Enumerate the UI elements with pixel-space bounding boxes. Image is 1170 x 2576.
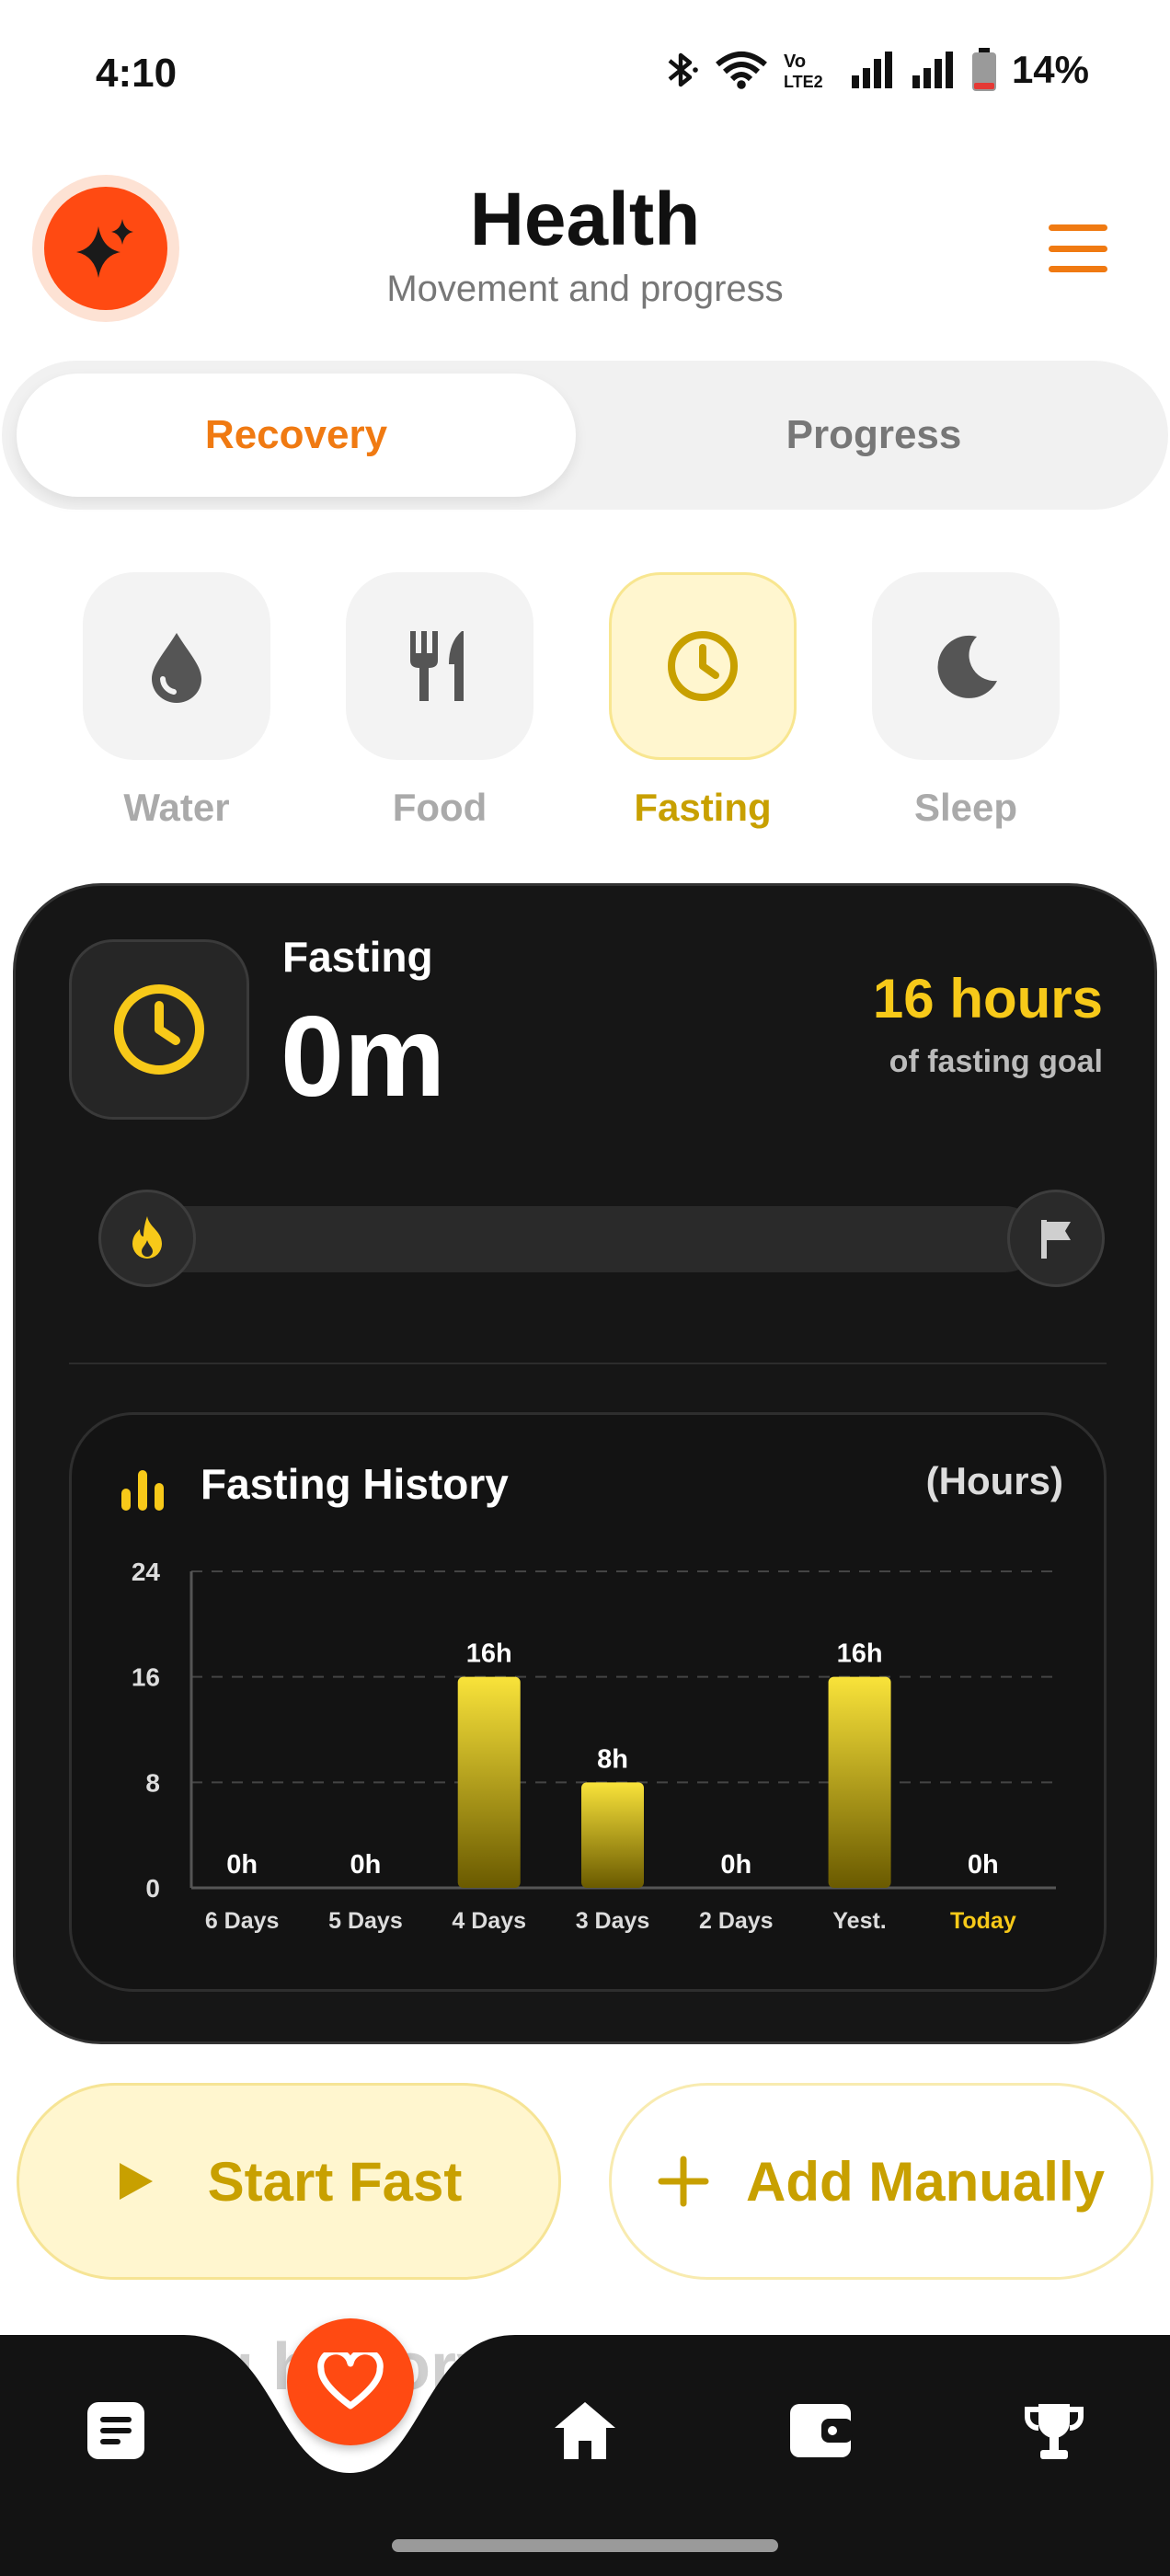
fasting-label: Fasting — [282, 933, 433, 981]
fasting-elapsed: 0m — [281, 994, 446, 1121]
home-icon — [555, 2402, 615, 2459]
moon-icon — [937, 635, 997, 698]
category-label: Food — [392, 786, 488, 829]
fork-knife-icon — [410, 631, 464, 701]
status-bar: 4:10 Vo LTE2 14% — [0, 0, 1170, 152]
tab-progress[interactable]: Progress — [594, 374, 1153, 497]
category-label: Water — [123, 786, 230, 829]
nav-journal[interactable] — [70, 2385, 162, 2477]
tab-recovery[interactable]: Recovery — [17, 374, 576, 497]
svg-text:Vo: Vo — [784, 52, 806, 72]
page-subtitle: Movement and progress — [386, 269, 784, 309]
fasting-history-panel: Fasting History (Hours) 0 8 16 24 0h 6 Days 0h… — [69, 1412, 1107, 1992]
hamburger-menu-icon[interactable] — [1041, 221, 1115, 276]
progress-start-marker — [98, 1190, 196, 1287]
fasting-history-chart: 0 8 16 24 0h 6 Days 0h 5 Days 16h 4 Days 8h 3 Days 0… — [132, 1558, 1056, 1934]
wifi-icon — [716, 52, 767, 89]
flame-icon — [132, 1216, 162, 1259]
page-title: Health — [469, 178, 701, 261]
category-label: Fasting — [634, 786, 772, 829]
chart-ytick-label: 16 — [132, 1663, 160, 1692]
chart-xtick-label: 4 Days — [452, 1908, 526, 1934]
status-time: 4:10 — [96, 51, 178, 96]
category-sleep[interactable]: Sleep — [872, 572, 1060, 830]
category-selector: Water Food Fasting Sleep — [0, 572, 1170, 830]
fasting-clock-tile — [69, 939, 249, 1120]
chart-xtick-label: 2 Days — [699, 1908, 774, 1934]
home-indicator[interactable] — [392, 2539, 778, 2552]
wallet-icon — [790, 2404, 853, 2457]
fasting-goal-caption: of fasting goal — [889, 1044, 1103, 1079]
nav-wallet[interactable] — [774, 2385, 866, 2477]
trophy-icon — [1025, 2404, 1084, 2459]
svg-text:LTE2: LTE2 — [784, 73, 823, 91]
signal-icon — [912, 52, 953, 88]
chart-value-label: 8h — [597, 1744, 628, 1774]
chart-ytick-label: 8 — [145, 1768, 160, 1797]
clock-icon — [114, 984, 204, 1075]
chart-value-label: 16h — [466, 1639, 512, 1669]
progress-end-marker — [1007, 1190, 1105, 1287]
chart-value-label: 0h — [968, 1850, 999, 1880]
chart-xtick-label: 3 Days — [576, 1908, 650, 1934]
nav-achievements[interactable] — [1008, 2385, 1100, 2477]
chart-bar — [457, 1676, 521, 1888]
battery-icon — [971, 48, 996, 91]
plus-icon — [658, 2156, 709, 2207]
chart-value-label: 16h — [837, 1639, 883, 1669]
segmented-tabs: Recovery Progress — [2, 361, 1168, 510]
fasting-goal: 16 hours — [872, 968, 1103, 1029]
card-divider — [69, 1363, 1107, 1364]
add-manually-label: Add Manually — [745, 2150, 1106, 2213]
notes-icon — [87, 2402, 144, 2459]
category-food[interactable]: Food — [346, 572, 533, 830]
start-fast-label: Start Fast — [207, 2150, 463, 2213]
signal-icon — [851, 52, 892, 88]
chart-ytick-label: 0 — [145, 1874, 160, 1903]
water-drop-icon — [152, 633, 201, 703]
chart-ytick-label: 24 — [132, 1558, 161, 1586]
nav-health-fab[interactable] — [287, 2318, 414, 2445]
add-manually-button[interactable]: Add Manually — [609, 2083, 1153, 2280]
heart-icon — [317, 2352, 384, 2409]
chart-value-label: 0h — [720, 1850, 751, 1880]
start-fast-button[interactable]: Start Fast — [17, 2083, 561, 2280]
play-icon — [119, 2163, 153, 2200]
chart-xtick-label: Yest. — [832, 1908, 886, 1934]
status-icons: Vo LTE2 14% — [662, 48, 1089, 92]
chart-bar — [828, 1676, 891, 1888]
chart-xtick-label: Today — [950, 1908, 1016, 1934]
chart-value-label: 0h — [350, 1850, 382, 1880]
fasting-progress-bar — [100, 1206, 1038, 1272]
chart-xtick-label: 6 Days — [205, 1908, 280, 1934]
chart-xtick-label: 5 Days — [328, 1908, 403, 1934]
clock-icon — [668, 631, 738, 701]
fasting-card: Fasting 0m 16 hours of fasting goal Fast… — [13, 883, 1157, 2044]
flag-icon — [1041, 1220, 1071, 1259]
category-fasting[interactable]: Fasting — [609, 572, 797, 830]
volte-icon: Vo LTE2 — [784, 52, 823, 91]
nav-home[interactable] — [539, 2385, 631, 2477]
category-water[interactable]: Water — [83, 572, 270, 830]
chart-bar — [581, 1782, 644, 1888]
bluetooth-icon — [668, 52, 698, 87]
chart-value-label: 0h — [226, 1850, 258, 1880]
battery-percent: 14% — [1011, 48, 1089, 91]
category-label: Sleep — [913, 786, 1018, 829]
header: Health Movement and progress — [0, 166, 1170, 331]
